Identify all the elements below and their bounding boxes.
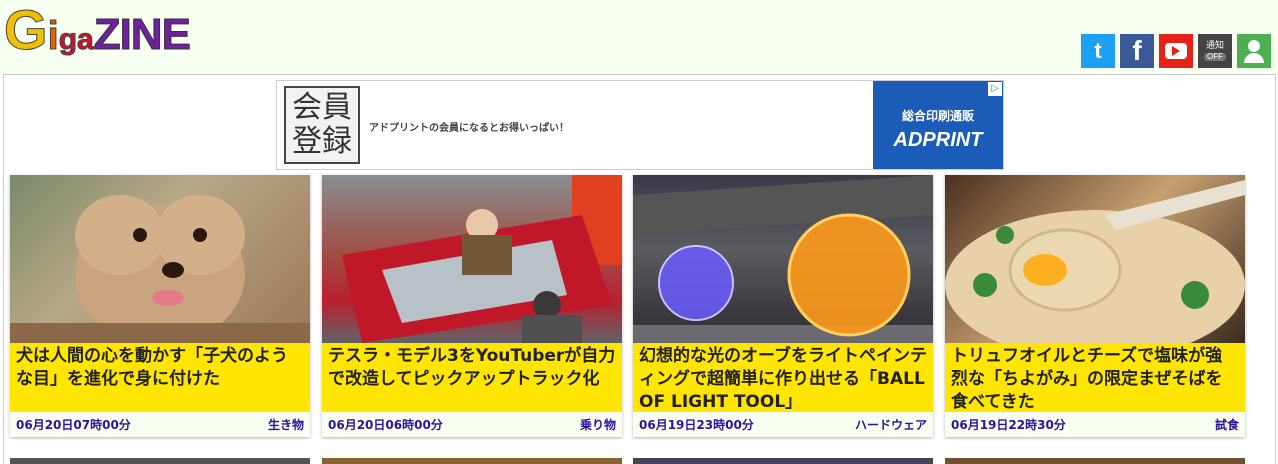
twitter-icon[interactable]: t <box>1081 34 1115 68</box>
next-row-thumbnail[interactable] <box>945 458 1245 464</box>
article-meta: 06月19日22時30分 試食 <box>945 412 1245 437</box>
article-thumbnail[interactable] <box>945 175 1245 343</box>
article-title[interactable]: 犬は人間の心を動かす「子犬のような目」を進化で身に付けた <box>10 343 310 412</box>
article-date: 06月19日22時30分 <box>951 418 1066 432</box>
ad-banner[interactable]: 会員 登録 アドプリントの会員になるとお得いっぱい！ 総合印刷通販 ADPRIN… <box>276 80 1004 170</box>
notification-state: OFF <box>1204 52 1226 62</box>
notification-toggle-icon[interactable]: 通知 OFF <box>1198 34 1232 68</box>
article-title[interactable]: トリュフオイルとチーズで塩味が強烈な「ちよがみ」の限定まぜそばを食べてきた <box>945 343 1245 412</box>
logo-letter: ga <box>58 23 94 56</box>
user-body <box>1244 53 1264 63</box>
light-orbs-photo <box>633 175 933 343</box>
next-row-thumbnail[interactable] <box>322 458 622 464</box>
article-category[interactable]: 乗り物 <box>580 416 616 433</box>
article-category[interactable]: 生き物 <box>268 416 304 433</box>
facebook-glyph: f <box>1132 35 1142 66</box>
article-title[interactable]: 幻想的な光のオーブをライトペインティングで超簡単に作り出せる「BALL OF L… <box>633 343 933 412</box>
notification-label: 通知 <box>1205 39 1224 50</box>
next-row-thumbnail[interactable] <box>633 458 933 464</box>
article-category[interactable]: ハードウェア <box>855 416 927 433</box>
logo-letter: G <box>4 0 49 61</box>
article-meta: 06月20日06時00分 乗り物 <box>322 412 622 437</box>
youtube-play <box>1165 43 1187 59</box>
adchoices-icon[interactable]: ▷ <box>988 82 1002 96</box>
article-card[interactable]: 犬は人間の心を動かす「子犬のような目」を進化で身に付けた 06月20日07時00… <box>10 175 310 437</box>
twitter-glyph: t <box>1094 38 1102 63</box>
article-card[interactable]: トリュフオイルとチーズで塩味が強烈な「ちよがみ」の限定まぜそばを食べてきた 06… <box>945 175 1245 437</box>
dog-photo <box>10 195 310 343</box>
site-header: GigaZINE t f 通知 OFF <box>0 0 1278 74</box>
play-triangle <box>1172 46 1180 56</box>
article-thumbnail[interactable] <box>10 175 310 343</box>
next-row-thumbnail[interactable] <box>10 458 310 464</box>
user-icon[interactable] <box>1237 34 1271 68</box>
ad-badge-line: 登録 <box>292 124 352 159</box>
user-head <box>1248 40 1260 52</box>
ad-text: アドプリントの会員になるとお得いっぱい！ <box>369 123 569 134</box>
article-meta: 06月20日07時00分 生き物 <box>10 412 310 437</box>
gigazine-logo[interactable]: GigaZINE <box>4 0 192 61</box>
article-thumbnail[interactable] <box>322 175 622 343</box>
ad-member-badge: 会員 登録 <box>284 86 360 164</box>
article-card[interactable]: テスラ・モデル3をYouTuberが自力で改造してピックアップトラック化 06月… <box>322 175 622 437</box>
article-meta: 06月19日23時00分 ハードウェア <box>633 412 933 437</box>
logo-letter: ZINE <box>93 10 191 59</box>
car-photo <box>342 175 622 343</box>
article-card[interactable]: 幻想的な光のオーブをライトペインティングで超簡単に作り出せる「BALL OF L… <box>633 175 933 437</box>
ad-brand-name: ADPRINT <box>893 129 983 151</box>
article-date: 06月19日23時00分 <box>639 418 754 432</box>
ad-badge-line: 会員 <box>292 89 352 125</box>
article-date: 06月20日07時00分 <box>16 418 131 432</box>
article-date: 06月20日06時00分 <box>328 418 443 432</box>
ad-brand-sub: 総合印刷通販 <box>901 109 974 123</box>
article-category[interactable]: 試食 <box>1215 416 1239 433</box>
logo-letter: i <box>47 14 59 58</box>
article-thumbnail[interactable] <box>633 175 933 343</box>
facebook-icon[interactable]: f <box>1120 34 1154 68</box>
youtube-icon[interactable] <box>1159 34 1193 68</box>
article-title[interactable]: テスラ・モデル3をYouTuberが自力で改造してピックアップトラック化 <box>322 343 622 412</box>
ad-brand-block: 総合印刷通販 ADPRINT <box>873 81 1003 169</box>
noodles-photo <box>945 180 1245 343</box>
